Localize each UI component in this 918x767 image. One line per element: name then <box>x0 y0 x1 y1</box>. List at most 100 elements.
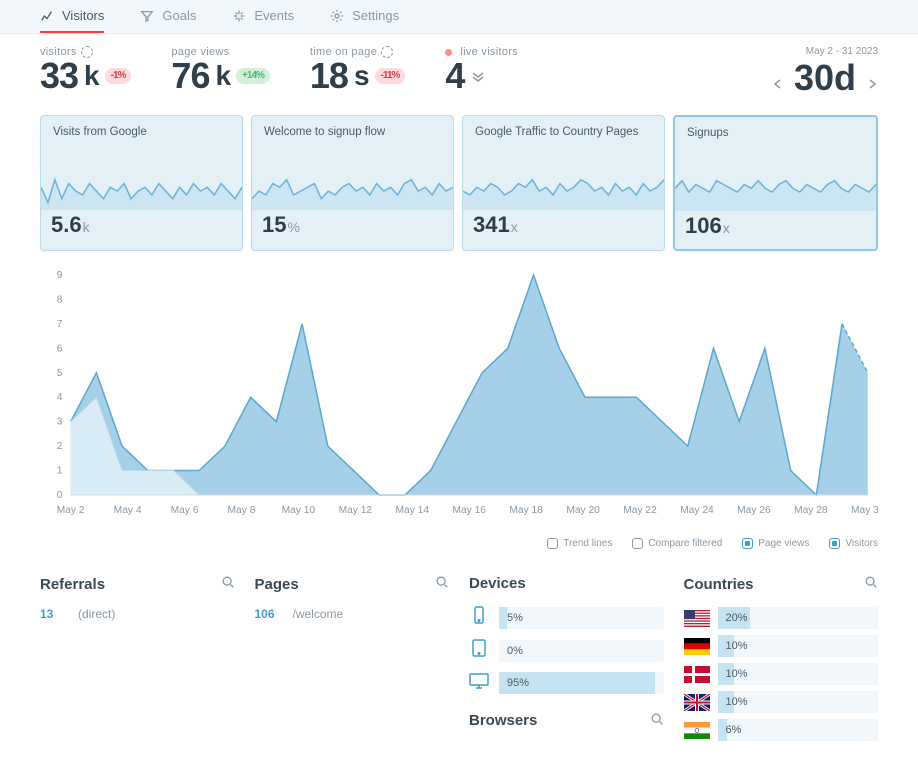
panel-countries: Countries 20% 10% 10% 10% 6% <box>684 575 879 747</box>
kpi-unit: s <box>354 62 369 90</box>
line-chart[interactable]: 0123456789May 2May 4May 6May 8May 10May … <box>40 265 878 525</box>
kpi-value: 4 <box>445 58 464 94</box>
kpi-change: -11% <box>375 68 406 84</box>
kpi-time-on-page[interactable]: time on page 18s -11% <box>310 46 405 94</box>
list-item[interactable]: 10% <box>684 635 879 657</box>
svg-text:May 20: May 20 <box>566 505 600 516</box>
percent-bar: 5% <box>499 607 664 629</box>
list-item[interactable]: 95% <box>469 672 664 694</box>
list-item[interactable]: 10% <box>684 663 879 685</box>
card-sparkline <box>252 158 453 210</box>
panel-title: Devices <box>469 575 526 592</box>
panel-subtitle: Browsers <box>469 712 537 730</box>
kpi-unit: k <box>84 62 99 90</box>
svg-text:May 22: May 22 <box>623 505 657 516</box>
panel-title: Countries <box>684 576 754 593</box>
nav-visitors[interactable]: Visitors <box>40 0 104 33</box>
goal-cards: Visits from Google 5.6k Welcome to signu… <box>40 115 878 251</box>
nav-goals[interactable]: Goals <box>140 0 196 33</box>
info-icon[interactable] <box>81 46 93 58</box>
panel-title: Referrals <box>40 576 105 593</box>
svg-text:May 6: May 6 <box>171 505 199 516</box>
chart-icon <box>40 9 54 23</box>
range-next[interactable] <box>866 57 878 99</box>
kpi-unit: k <box>215 62 230 90</box>
panel-pages: Pages 106/welcome <box>255 575 450 747</box>
card-sparkline <box>463 158 664 210</box>
svg-text:May 8: May 8 <box>228 505 256 516</box>
svg-text:3: 3 <box>57 417 63 428</box>
svg-text:1: 1 <box>57 466 63 477</box>
funnel-icon <box>140 9 154 23</box>
range-prev[interactable] <box>772 57 784 99</box>
svg-text:May 30: May 30 <box>851 505 878 516</box>
svg-text:May 2: May 2 <box>57 505 85 516</box>
range-value[interactable]: 30d <box>794 57 856 99</box>
percent-bar: 6% <box>718 719 879 741</box>
svg-text:May 12: May 12 <box>339 505 373 516</box>
panel-devices: Devices 5% 0% 95% Browsers <box>469 575 664 747</box>
kpi-change: -1% <box>105 68 132 84</box>
goal-card[interactable]: Visits from Google 5.6k <box>40 115 243 251</box>
chevron-down-icon[interactable] <box>470 70 486 82</box>
flag-icon <box>684 610 710 627</box>
goal-card[interactable]: Welcome to signup flow 15% <box>251 115 454 251</box>
main-chart: 0123456789May 2May 4May 6May 8May 10May … <box>40 265 878 549</box>
mobile-icon <box>469 606 489 629</box>
svg-text:4: 4 <box>57 392 63 403</box>
goal-card[interactable]: Signups 106x <box>673 115 878 251</box>
card-title: Signups <box>675 117 876 159</box>
sparkle-icon <box>232 9 246 23</box>
list-item[interactable]: 6% <box>684 719 879 741</box>
card-value: 341x <box>463 210 664 248</box>
range-selector: May 2 - 31 2023 30d <box>772 46 878 99</box>
nav-label: Settings <box>352 8 399 23</box>
search-icon[interactable] <box>864 575 878 593</box>
legend-compare[interactable]: Compare filtered <box>632 538 722 549</box>
legend-visitors[interactable]: Visitors <box>829 538 878 549</box>
svg-text:May 14: May 14 <box>396 505 430 516</box>
legend-pageviews[interactable]: Page views <box>742 538 809 549</box>
svg-text:6: 6 <box>57 343 63 354</box>
svg-text:5: 5 <box>57 368 63 379</box>
flag-icon <box>684 722 710 739</box>
kpi-value: 33 <box>40 58 78 94</box>
topbar: Visitors Goals Events Settings <box>0 0 918 34</box>
list-item[interactable]: 5% <box>469 606 664 629</box>
panels: Referrals 13(direct) Pages 106/welcome D… <box>40 575 878 767</box>
nav-settings[interactable]: Settings <box>330 0 399 33</box>
svg-text:May 24: May 24 <box>680 505 714 516</box>
list-item[interactable]: 13(direct) <box>40 607 235 621</box>
svg-text:May 28: May 28 <box>794 505 828 516</box>
kpi-value: 18 <box>310 58 348 94</box>
list-item[interactable]: 20% <box>684 607 879 629</box>
list-item[interactable]: 10% <box>684 691 879 713</box>
card-sparkline <box>675 159 876 211</box>
search-icon[interactable] <box>435 575 449 593</box>
kpi-visitors[interactable]: visitors 33k -1% <box>40 46 131 94</box>
list-item[interactable]: 106/welcome <box>255 607 450 621</box>
svg-text:May 26: May 26 <box>737 505 771 516</box>
chart-legend: Trend lines Compare filtered Page views … <box>40 538 878 549</box>
goal-card[interactable]: Google Traffic to Country Pages 341x <box>462 115 665 251</box>
search-icon[interactable] <box>650 712 664 730</box>
list-item[interactable]: 0% <box>469 639 664 662</box>
kpi-row: visitors 33k -1% page views 76k +14% tim… <box>40 46 878 99</box>
search-icon[interactable] <box>221 575 235 593</box>
nav-events[interactable]: Events <box>232 0 294 33</box>
kpi-pageviews[interactable]: page views 76k +14% <box>171 46 269 94</box>
tablet-icon <box>469 639 489 662</box>
legend-trendlines[interactable]: Trend lines <box>547 538 612 549</box>
card-title: Visits from Google <box>41 116 242 158</box>
date-range-caption: May 2 - 31 2023 <box>772 46 878 57</box>
percent-bar: 0% <box>499 640 664 662</box>
flag-icon <box>684 666 710 683</box>
panel-title: Pages <box>255 576 299 593</box>
info-icon[interactable] <box>381 46 393 58</box>
svg-text:7: 7 <box>57 319 63 330</box>
kpi-value: 76 <box>171 58 209 94</box>
percent-bar: 10% <box>718 663 879 685</box>
card-value: 15% <box>252 210 453 248</box>
kpi-live[interactable]: live visitors 4 <box>445 46 518 94</box>
kpi-change: +14% <box>236 68 270 84</box>
